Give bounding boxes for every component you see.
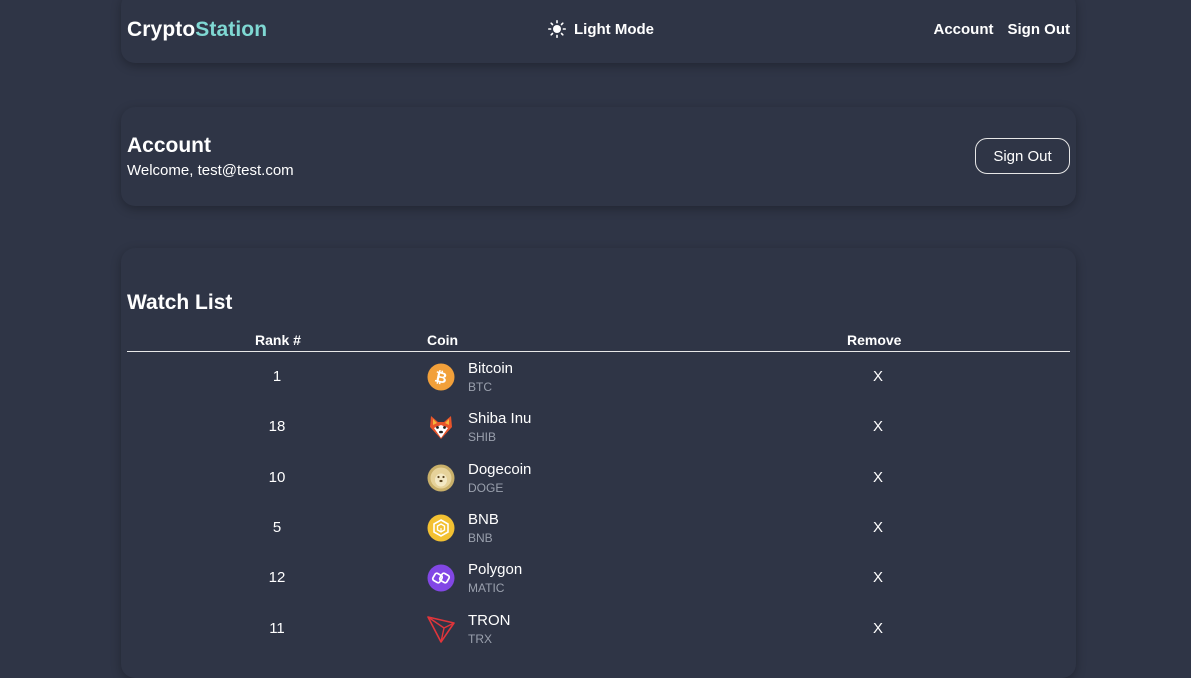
coin-name[interactable]: Polygon <box>468 561 522 578</box>
brand-logo[interactable]: CryptoStation <box>127 18 267 42</box>
welcome-text: Welcome, test@test.com <box>127 162 294 179</box>
table-header: Rank # Coin Remove <box>127 330 1070 352</box>
column-header-rank: Rank # <box>255 332 301 348</box>
coin-name[interactable]: Dogecoin <box>468 461 531 478</box>
bnb-icon <box>427 514 455 542</box>
coin-name[interactable]: Bitcoin <box>468 360 513 377</box>
table-row: 10 Dogecoin DOGE X <box>127 453 1070 503</box>
navbar: CryptoStation Light Mode Account Sign Ou… <box>121 0 1076 63</box>
brand-text-crypto: Crypto <box>127 18 196 41</box>
table-row: 18 Shiba Inu SHIB X <box>127 402 1070 452</box>
remove-button[interactable]: X <box>873 418 883 435</box>
coin-name[interactable]: Shiba Inu <box>468 410 531 427</box>
column-header-coin: Coin <box>427 332 459 348</box>
bitcoin-icon: ₿ <box>427 363 455 391</box>
table-row: 5 BNB BNB X <box>127 503 1070 553</box>
coin-symbol: BTC <box>468 380 492 394</box>
rank-cell: 1 <box>272 368 282 385</box>
table-row: 11 TRON TRX X <box>127 604 1070 654</box>
nav-links: Account Sign Out <box>934 21 1071 38</box>
brand-text-station: Station <box>195 18 268 41</box>
sun-icon <box>548 20 566 38</box>
coin-symbol: MATIC <box>468 581 505 595</box>
coin-symbol: SHIB <box>468 430 497 444</box>
shiba-inu-icon <box>427 413 455 441</box>
rank-cell: 10 <box>268 469 286 486</box>
remove-button[interactable]: X <box>873 368 883 385</box>
remove-button[interactable]: X <box>873 519 883 536</box>
coin-symbol: DOGE <box>468 481 504 495</box>
table-row: 1 ₿ Bitcoin BTC X <box>127 352 1070 402</box>
watch-list-title: Watch List <box>127 291 233 314</box>
rank-cell: 11 <box>269 620 285 637</box>
watch-list-card: Watch List Rank # Coin Remove 1 ₿ Bitcoi… <box>121 248 1076 678</box>
account-title: Account <box>127 134 211 157</box>
remove-button[interactable]: X <box>873 469 883 486</box>
coin-name[interactable]: TRON <box>468 612 511 629</box>
dogecoin-icon <box>427 464 455 492</box>
sign-out-button[interactable]: Sign Out <box>975 138 1070 174</box>
polygon-icon <box>427 564 455 592</box>
remove-button[interactable]: X <box>873 620 883 637</box>
light-mode-label: Light Mode <box>574 20 654 38</box>
sign-out-link[interactable]: Sign Out <box>1008 21 1071 38</box>
coin-name[interactable]: BNB <box>468 511 499 528</box>
rank-cell: 12 <box>268 569 286 586</box>
rank-cell: 5 <box>272 519 282 536</box>
column-header-remove: Remove <box>847 332 902 348</box>
table-row: 12 Polygon MATIC X <box>127 553 1070 603</box>
remove-button[interactable]: X <box>873 569 883 586</box>
coin-symbol: BNB <box>468 531 493 545</box>
rank-cell: 18 <box>268 418 286 435</box>
account-card: Account Welcome, test@test.com Sign Out <box>121 107 1076 206</box>
account-link[interactable]: Account <box>934 21 994 38</box>
coin-symbol: TRX <box>468 632 492 646</box>
tron-icon <box>427 615 455 643</box>
light-mode-toggle[interactable]: Light Mode <box>548 20 654 38</box>
